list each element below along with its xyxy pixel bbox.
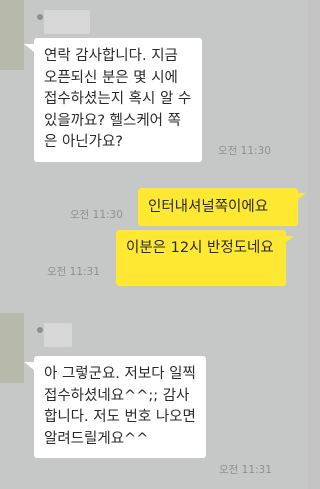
message-bubble-outgoing[interactable]: 인터내셔널쪽이에요 (138, 188, 298, 226)
message-time: 오전 11:30 (218, 145, 271, 157)
message-time: 오전 11:31 (219, 464, 272, 476)
message-bubble-outgoing[interactable]: 이분은 12시 반정도네요 (116, 230, 286, 286)
sender-name (44, 10, 90, 34)
message-text: 이분은 12시 반정도네요 (126, 240, 274, 256)
message-time: 오전 11:30 (70, 209, 123, 221)
message-text: 연락 감사합니다. 지금 오픈되신 분은 몇 시에 접수하셨는지 혹시 알 수 … (44, 48, 192, 150)
message-bubble-incoming[interactable]: 아 그렇군요. 저보다 일찍 접수하셨네요^^;; 감사합니다. 저도 번호 나… (34, 356, 206, 458)
sender-avatar[interactable] (0, 313, 24, 383)
bubble-tail (284, 236, 294, 244)
sender-name (44, 323, 72, 347)
message-text: 인터내셔널쪽이에요 (148, 199, 269, 215)
sender-avatar[interactable] (0, 0, 24, 70)
bubble-tail (24, 44, 34, 52)
message-time: 오전 11:31 (47, 266, 100, 278)
chat-room[interactable]: 연락 감사합니다. 지금 오픈되신 분은 몇 시에 접수하셨는지 혹시 알 수 … (0, 0, 308, 489)
message-text: 아 그렇군요. 저보다 일찍 접수하셨네요^^;; 감사합니다. 저도 번호 나… (44, 366, 196, 447)
message-bubble-incoming[interactable]: 연락 감사합니다. 지금 오픈되신 분은 몇 시에 접수하셨는지 혹시 알 수 … (34, 38, 202, 162)
sender-status-dot (37, 327, 43, 333)
bubble-tail (24, 362, 34, 370)
sender-status-dot (37, 14, 43, 20)
bubble-tail (296, 193, 306, 201)
